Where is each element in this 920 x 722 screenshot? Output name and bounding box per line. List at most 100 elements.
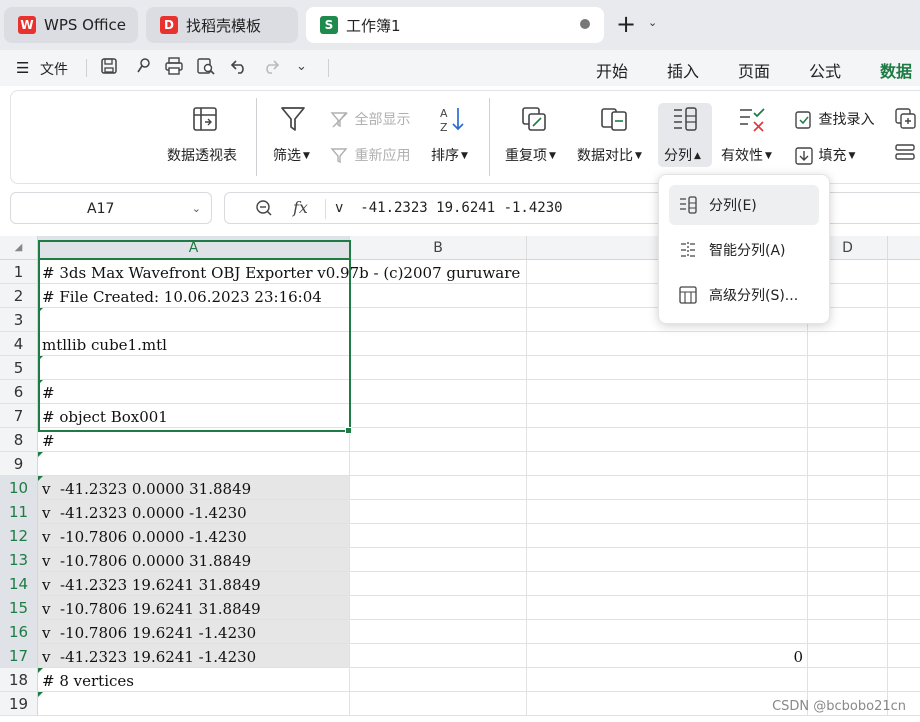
cell-b[interactable] bbox=[350, 452, 527, 476]
split-button[interactable] bbox=[670, 104, 700, 138]
row-header[interactable]: 19 bbox=[0, 692, 38, 716]
fill-handle[interactable] bbox=[345, 427, 352, 434]
cell-e[interactable] bbox=[888, 596, 920, 620]
row-header[interactable]: 7 bbox=[0, 404, 38, 428]
cell-e[interactable] bbox=[888, 428, 920, 452]
cell-e[interactable] bbox=[888, 500, 920, 524]
cell-d[interactable] bbox=[808, 452, 888, 476]
cell-c[interactable] bbox=[527, 692, 808, 716]
cell-b[interactable] bbox=[350, 308, 527, 332]
cell-e[interactable] bbox=[888, 620, 920, 644]
more-tools-icon[interactable] bbox=[894, 107, 916, 133]
cell-d[interactable] bbox=[808, 548, 888, 572]
reapply-button[interactable]: 重新应用 bbox=[330, 145, 410, 165]
validity-button[interactable] bbox=[736, 104, 768, 138]
row-header[interactable]: 6 bbox=[0, 380, 38, 404]
cell-a[interactable]: v -41.2323 19.6241 31.8849 bbox=[38, 572, 350, 596]
cell-a[interactable] bbox=[38, 692, 350, 716]
insert-function-icon[interactable]: fx bbox=[293, 198, 308, 217]
save-icon[interactable] bbox=[100, 57, 118, 80]
cell-d[interactable] bbox=[808, 620, 888, 644]
cell-a[interactable]: v -10.7806 0.0000 -1.4230 bbox=[38, 524, 350, 548]
name-box[interactable]: A17 ⌄ bbox=[10, 192, 212, 224]
cell-a[interactable]: v -41.2323 0.0000 31.8849 bbox=[38, 476, 350, 500]
cell-a[interactable]: v -41.2323 19.6241 -1.4230 bbox=[38, 644, 350, 668]
cell-c[interactable] bbox=[527, 380, 808, 404]
cell-a[interactable]: # 8 vertices bbox=[38, 668, 350, 692]
row-header[interactable]: 14 bbox=[0, 572, 38, 596]
cell-b[interactable] bbox=[350, 404, 527, 428]
cell-b[interactable] bbox=[350, 644, 527, 668]
cell-a[interactable]: v -10.7806 0.0000 31.8849 bbox=[38, 548, 350, 572]
row-header[interactable]: 15 bbox=[0, 596, 38, 620]
cell-d[interactable] bbox=[808, 668, 888, 692]
tab-page[interactable]: 页面 bbox=[738, 58, 770, 82]
row-header[interactable]: 2 bbox=[0, 284, 38, 308]
cell-b[interactable] bbox=[350, 548, 527, 572]
data-compare-button[interactable] bbox=[598, 104, 630, 138]
cell-d[interactable] bbox=[808, 500, 888, 524]
cell-a[interactable]: mtllib cube1.mtl bbox=[38, 332, 350, 356]
more-options-icon[interactable] bbox=[894, 142, 916, 168]
cell-a[interactable]: v -10.7806 19.6241 -1.4230 bbox=[38, 620, 350, 644]
print-icon[interactable] bbox=[164, 57, 184, 80]
cell-c[interactable] bbox=[527, 356, 808, 380]
row-header[interactable]: 12 bbox=[0, 524, 38, 548]
cell-b[interactable] bbox=[350, 428, 527, 452]
chevron-down-icon[interactable]: ⌄ bbox=[296, 59, 307, 74]
cell-c[interactable] bbox=[527, 500, 808, 524]
tab-wps-office[interactable]: W WPS Office bbox=[4, 7, 138, 43]
cell-c[interactable] bbox=[527, 428, 808, 452]
row-header[interactable]: 17 bbox=[0, 644, 38, 668]
formula-input[interactable]: v -41.2323 19.6241 -1.4230 bbox=[335, 200, 563, 216]
tab-workbook1[interactable]: S 工作簿1 bbox=[306, 7, 604, 43]
column-header-a[interactable]: A bbox=[38, 236, 350, 260]
undo-icon[interactable] bbox=[230, 57, 248, 80]
cell-e[interactable] bbox=[888, 356, 920, 380]
menu-item-split[interactable]: 分列(E) bbox=[669, 185, 819, 225]
filter-button[interactable] bbox=[276, 104, 310, 138]
cell-a[interactable]: # 3ds Max Wavefront OBJ Exporter v0.97b … bbox=[38, 260, 520, 284]
fill-button[interactable]: 填充 ▼ bbox=[794, 145, 855, 166]
cell-b[interactable] bbox=[350, 572, 527, 596]
tab-docer-templates[interactable]: D 找稻壳模板 bbox=[146, 7, 298, 43]
cell-b[interactable] bbox=[350, 380, 527, 404]
unsaved-dot-icon[interactable] bbox=[580, 19, 590, 29]
cell-b[interactable] bbox=[350, 284, 527, 308]
cell-c[interactable] bbox=[527, 404, 808, 428]
cell-d[interactable] bbox=[808, 428, 888, 452]
cell-d[interactable] bbox=[808, 404, 888, 428]
cell-e[interactable] bbox=[888, 404, 920, 428]
tab-insert[interactable]: 插入 bbox=[667, 58, 699, 82]
cell-c[interactable] bbox=[527, 548, 808, 572]
cell-e[interactable] bbox=[888, 284, 920, 308]
redo-icon[interactable] bbox=[262, 57, 280, 80]
cell-e[interactable] bbox=[888, 260, 920, 284]
cell-c[interactable] bbox=[527, 524, 808, 548]
cell-d[interactable] bbox=[808, 380, 888, 404]
cell-c[interactable]: 0 bbox=[527, 644, 808, 668]
row-header[interactable]: 18 bbox=[0, 668, 38, 692]
pivot-table-button[interactable] bbox=[166, 104, 244, 138]
cell-d[interactable] bbox=[808, 572, 888, 596]
cell-b[interactable] bbox=[350, 620, 527, 644]
cell-a[interactable]: v -10.7806 19.6241 31.8849 bbox=[38, 596, 350, 620]
cell-a[interactable] bbox=[38, 308, 350, 332]
cell-e[interactable] bbox=[888, 452, 920, 476]
cell-a[interactable]: # bbox=[38, 380, 350, 404]
chevron-down-icon[interactable]: ⌄ bbox=[648, 16, 657, 29]
tab-data[interactable]: 数据 bbox=[880, 58, 912, 82]
cell-b[interactable] bbox=[350, 476, 527, 500]
cell-a[interactable]: # File Created: 10.06.2023 23:16:04 bbox=[38, 284, 350, 308]
duplicates-button[interactable] bbox=[518, 104, 550, 138]
cell-d[interactable] bbox=[808, 356, 888, 380]
cell-e[interactable] bbox=[888, 476, 920, 500]
cell-c[interactable] bbox=[527, 452, 808, 476]
format-painter-icon[interactable] bbox=[134, 57, 152, 80]
row-header[interactable]: 1 bbox=[0, 260, 38, 284]
menu-item-advanced-split[interactable]: 高级分列(S)... bbox=[669, 275, 819, 315]
cell-d[interactable] bbox=[808, 332, 888, 356]
cell-a[interactable]: # object Box001 bbox=[38, 404, 350, 428]
cell-b[interactable] bbox=[350, 500, 527, 524]
column-header-b[interactable]: B bbox=[350, 236, 527, 260]
